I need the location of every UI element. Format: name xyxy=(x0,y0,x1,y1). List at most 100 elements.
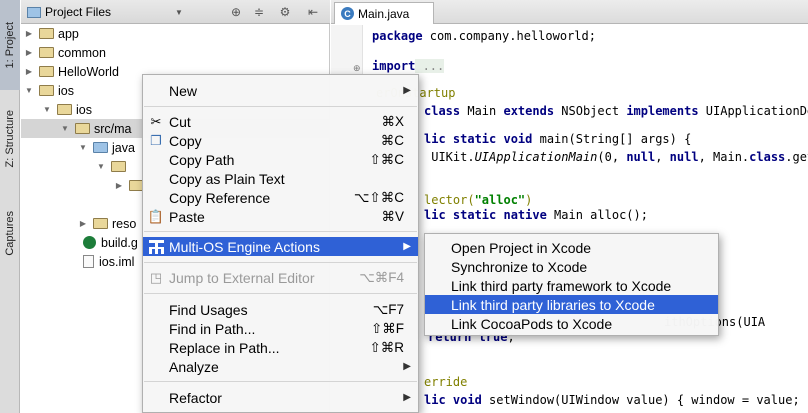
expand-arrow-icon[interactable]: ▶ xyxy=(23,62,35,81)
menu-item-replace-in-path[interactable]: Replace in Path... ⇧⌘R xyxy=(143,338,418,357)
collapse-arrow-icon[interactable]: ▼ xyxy=(41,100,53,119)
structure-tool-tab[interactable]: Z: Structure xyxy=(0,96,20,182)
tree-item-label: ios.iml xyxy=(99,254,135,269)
menu-separator xyxy=(144,381,417,382)
menu-item-label: Copy Path xyxy=(169,151,235,168)
collapse-icon[interactable]: ≑ xyxy=(251,4,267,20)
tab-main-java[interactable]: C Main.java xyxy=(334,2,434,24)
project-panel-header: Project Files ▼ ⊕ ≑ ⚙ ⇤ xyxy=(21,0,330,24)
tree-item-common[interactable]: ▶ common xyxy=(21,43,330,62)
external-editor-icon: ◳ xyxy=(149,269,163,285)
project-tool-tab-label: 1: Project xyxy=(4,21,16,69)
tree-item-label: ios xyxy=(58,83,74,98)
folder-icon xyxy=(93,142,108,153)
menu-item-label: Cut xyxy=(169,113,191,130)
menu-item-refactor[interactable]: Refactor ▶ xyxy=(143,388,418,407)
code-line: lic static native Main alloc(); xyxy=(424,208,648,222)
expand-arrow-icon[interactable]: ▶ xyxy=(23,43,35,62)
tree-item-label: HelloWorld xyxy=(58,64,119,79)
editor-tab-bar: C Main.java xyxy=(331,0,808,24)
code-line: lic void setWindow(UIWindow value) { win… xyxy=(424,393,808,407)
menu-item-copy-plain-text[interactable]: Copy as Plain Text xyxy=(143,169,418,188)
menu-item-paste[interactable]: 📋 Paste ⌘V xyxy=(143,207,418,226)
submenu-item-open-project-xcode[interactable]: Open Project in Xcode xyxy=(425,238,718,257)
menu-item-label: Copy Reference xyxy=(169,189,271,206)
menu-item-new[interactable]: New ▶ xyxy=(143,81,418,100)
menu-item-find-usages[interactable]: Find Usages ⌥F7 xyxy=(143,300,418,319)
submenu-arrow-icon: ▶ xyxy=(403,361,411,372)
menu-item-label: Analyze xyxy=(169,358,219,375)
submenu-item-synchronize-xcode[interactable]: Synchronize to Xcode xyxy=(425,257,718,276)
menu-item-copy-path[interactable]: Copy Path ⇧⌘C xyxy=(143,150,418,169)
fold-marker-icon[interactable]: ⊕ xyxy=(353,63,361,74)
expand-arrow-icon[interactable]: ▶ xyxy=(23,24,35,43)
menu-item-copy-reference[interactable]: Copy Reference ⌥⇧⌘C xyxy=(143,188,418,207)
submenu-arrow-icon: ▶ xyxy=(403,241,411,252)
java-class-icon: C xyxy=(341,7,354,20)
menu-item-multi-os-engine-actions[interactable]: Multi-OS Engine Actions ▶ xyxy=(143,237,418,256)
menu-item-label: Refactor xyxy=(169,389,222,406)
expand-arrow-icon[interactable]: ▶ xyxy=(77,214,89,233)
submenu-item-link-libraries[interactable]: Link third party libraries to Xcode xyxy=(425,295,718,314)
menu-item-label: Link third party framework to Xcode xyxy=(451,277,672,294)
menu-separator xyxy=(144,106,417,107)
menu-item-label: Synchronize to Xcode xyxy=(451,258,588,275)
menu-item-analyze[interactable]: Analyze ▶ xyxy=(143,357,418,376)
code-line: UIKit.UIApplicationMain(0, null, null, M… xyxy=(424,150,808,164)
code-editor[interactable]: package com.company.helloworld; import .… xyxy=(372,25,808,413)
expand-arrow-icon[interactable]: ▶ xyxy=(113,176,125,195)
collapse-arrow-icon[interactable]: ▼ xyxy=(59,119,71,138)
menu-item-label: Multi-OS Engine Actions xyxy=(169,238,320,255)
menu-item-shortcut: ⌘X xyxy=(381,113,404,129)
menu-item-jump-external-editor[interactable]: ◳ Jump to External Editor ⌥⌘F4 xyxy=(143,268,418,287)
tool-window-strip: 1: Project Z: Structure Captures xyxy=(0,0,20,413)
menu-item-label: Jump to External Editor xyxy=(169,269,315,286)
menu-item-shortcut: ⌘V xyxy=(381,208,404,224)
multi-os-engine-icon xyxy=(148,239,164,255)
collapse-arrow-icon[interactable]: ▼ xyxy=(23,81,35,100)
collapse-arrow-icon[interactable]: ▼ xyxy=(95,157,107,176)
project-tool-tab[interactable]: 1: Project xyxy=(0,0,20,90)
menu-item-find-in-path[interactable]: Find in Path... ⇧⌘F xyxy=(143,319,418,338)
context-menu: New ▶ ✂ Cut ⌘X ❐ Copy ⌘C Copy Path ⇧⌘C C… xyxy=(142,74,419,413)
folder-icon xyxy=(75,123,90,134)
gear-icon[interactable]: ⚙ xyxy=(277,4,293,20)
tree-item-label: common xyxy=(58,45,106,60)
tree-item-label: app xyxy=(58,26,79,41)
hide-panel-icon[interactable]: ⇤ xyxy=(305,4,321,20)
folder-icon xyxy=(39,66,54,77)
menu-item-shortcut: ⌥⇧⌘C xyxy=(353,189,404,205)
sync-icon[interactable]: ⊕ xyxy=(228,4,244,20)
submenu-arrow-icon: ▶ xyxy=(403,392,411,403)
code-line: class Main extends NSObject implements U… xyxy=(424,104,808,118)
menu-item-shortcut: ⌘C xyxy=(380,132,404,148)
menu-item-label: Open Project in Xcode xyxy=(451,239,592,256)
project-view-label: Project Files xyxy=(45,5,112,19)
menu-item-shortcut: ⇧⌘F xyxy=(370,320,404,336)
folder-icon xyxy=(27,6,41,18)
captures-tool-tab[interactable]: Captures xyxy=(0,198,20,268)
tree-item-app[interactable]: ▶ app xyxy=(21,24,330,43)
code-line: package com.company.helloworld; xyxy=(372,29,596,43)
tree-item-label: java xyxy=(112,140,135,155)
menu-separator xyxy=(144,231,417,232)
submenu-item-link-cocoapods[interactable]: Link CocoaPods to Xcode xyxy=(425,314,718,333)
project-view-selector[interactable]: Project Files ▼ xyxy=(27,4,183,20)
menu-item-cut[interactable]: ✂ Cut ⌘X xyxy=(143,112,418,131)
structure-tool-tab-label: Z: Structure xyxy=(4,110,16,168)
captures-tool-tab-label: Captures xyxy=(4,210,16,256)
chevron-down-icon: ▼ xyxy=(175,7,183,17)
file-icon xyxy=(83,255,94,268)
tab-label: Main.java xyxy=(358,6,410,21)
submenu-item-link-framework[interactable]: Link third party framework to Xcode xyxy=(425,276,718,295)
menu-item-label: Copy as Plain Text xyxy=(169,170,285,187)
scissors-icon: ✂ xyxy=(150,113,162,129)
menu-item-label: Paste xyxy=(169,208,205,225)
menu-item-label: Copy xyxy=(169,132,202,149)
menu-item-label: Find Usages xyxy=(169,301,248,318)
menu-item-copy[interactable]: ❐ Copy ⌘C xyxy=(143,131,418,150)
folder-icon xyxy=(39,85,54,96)
folder-icon xyxy=(111,161,126,172)
folder-icon xyxy=(39,47,54,58)
collapse-arrow-icon[interactable]: ▼ xyxy=(77,138,89,157)
